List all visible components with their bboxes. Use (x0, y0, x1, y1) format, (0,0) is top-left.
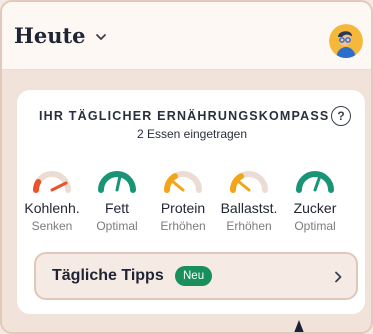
metric-status: Erhöhen (160, 219, 206, 233)
metric-status: Optimal (96, 219, 138, 233)
nutrition-compass-card: IHR TÄGLICHER ERNÄHRUNGSKOMPASS ? 2 Esse… (16, 89, 366, 315)
metric-sugar[interactable]: Zucker Optimal (282, 166, 348, 233)
gauge-icon (98, 171, 136, 193)
gauge-icon (33, 171, 71, 193)
avatar-icon (329, 24, 363, 58)
metric-label: Ballastst. (220, 200, 278, 216)
metric-status: Optimal (294, 219, 336, 233)
daily-tips-button[interactable]: Tägliche Tipps Neu (34, 252, 358, 300)
daily-tips-label: Tägliche Tipps (52, 267, 164, 284)
header: Heute (2, 2, 371, 70)
meals-logged-text: 2 Essen eingetragen (136, 127, 248, 141)
compass-title: IHR TÄGLICHER ERNÄHRUNGSKOMPASS (39, 109, 330, 123)
mouse-cursor-icon (294, 320, 304, 332)
metric-fiber[interactable]: Ballastst. Erhöhen (216, 166, 282, 233)
metric-carbs[interactable]: Kohlenh. Senken (19, 166, 85, 233)
chevron-down-icon (95, 33, 106, 40)
metric-label: Fett (104, 200, 130, 216)
metric-protein[interactable]: Protein Erhöhen (150, 166, 216, 233)
metric-status: Senken (31, 219, 73, 233)
gauge-icon (230, 171, 268, 193)
new-badge: Neu (175, 266, 213, 286)
metric-status: Erhöhen (226, 219, 272, 233)
metric-fat[interactable]: Fett Optimal (84, 166, 150, 233)
page-title: Heute (14, 23, 86, 48)
metric-label: Kohlenh. (24, 200, 80, 216)
help-icon[interactable]: ? (331, 106, 351, 126)
metric-label: Zucker (293, 200, 337, 216)
avatar[interactable] (329, 24, 363, 58)
app-frame: Heute IHR TÄGLICHER ERNÄHRUNGSKOMPASS ? … (0, 0, 373, 334)
gauge-icon (296, 171, 334, 193)
metric-label: Protein (160, 200, 206, 216)
chevron-right-icon (335, 271, 342, 283)
gauge-icon (164, 171, 202, 193)
date-selector[interactable]: Heute (14, 23, 108, 48)
compass-metrics: Kohlenh. Senken Fett Optimal Protein Erh… (17, 166, 367, 236)
